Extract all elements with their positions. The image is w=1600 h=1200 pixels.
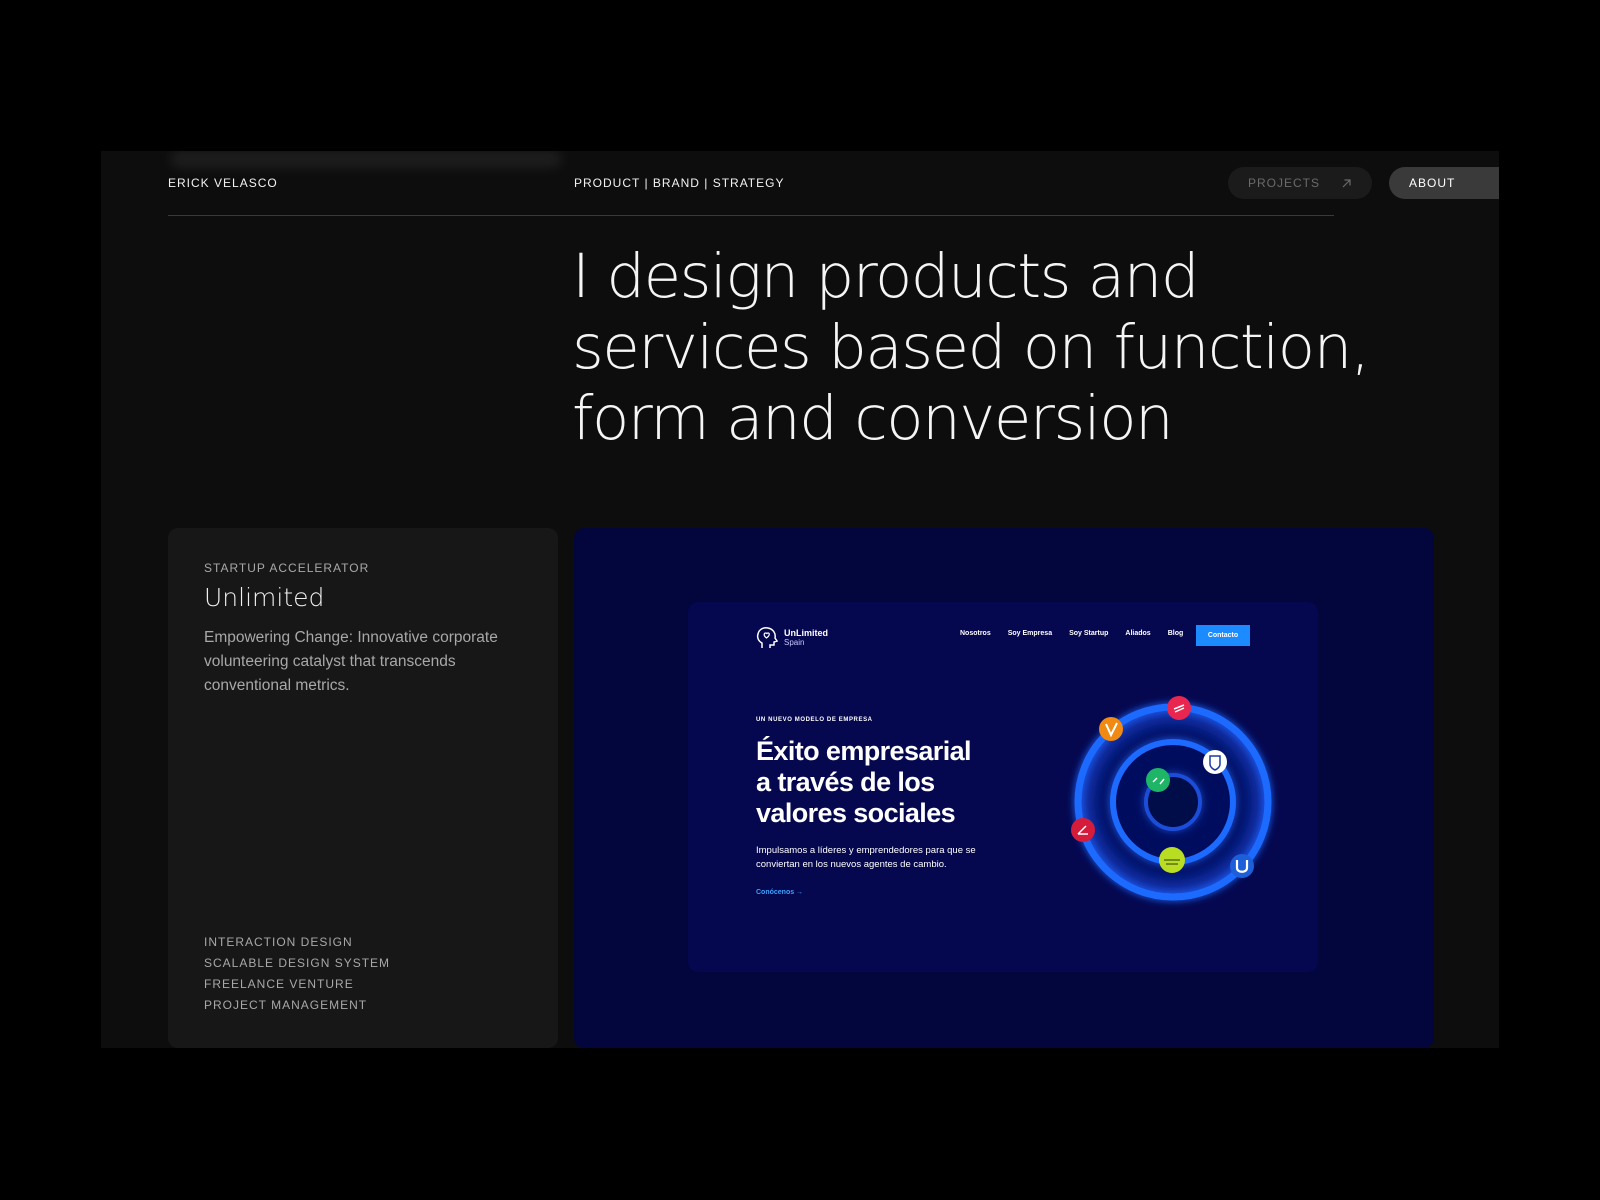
tagline: PRODUCT | BRAND | STRATEGY [574,176,785,190]
preview-link: Conócenos → [756,889,804,896]
orbit-badge-red-left [1071,818,1095,842]
orbit-badge-green [1146,768,1170,792]
preview-logo-name: UnLimited [784,628,828,638]
preview-logo-sub: Spain [784,638,805,647]
project-tag: INTERACTION DESIGN [204,935,353,949]
projects-nav-button[interactable]: PROJECTS [1228,167,1372,199]
preview-body: Impulsamos a líderes y emprendedores par… [756,845,976,870]
preview-nav: Nosotros Soy Empresa Soy Startup Aliados… [960,630,1183,637]
arrow-up-right-icon [1342,178,1351,187]
header-divider [168,215,1334,216]
preview-nav-item: Blog [1167,630,1184,637]
project-description: Empowering Change: Innovative corporate … [204,629,498,694]
orbit-badge-lime [1159,847,1185,873]
project-tag: PROJECT MANAGEMENT [204,998,368,1012]
hero-headline: I design products and services based on … [572,241,1370,454]
project-title: Unlimited [204,583,325,612]
preview-nav-item: Soy Startup [1069,630,1109,637]
project-category: STARTUP ACCELERATOR [204,561,370,575]
preview-eyebrow: UN NUEVO MODELO DE EMPRESA [756,717,873,723]
orbit-badge-blue-u [1230,854,1254,878]
about-nav-label: ABOUT [1409,176,1456,190]
preview-logo: UnLimited Spain [756,626,828,650]
website-screenshot: UnLimited Spain Nosotros Soy Empresa Soy… [688,602,1318,972]
orbit-badge-orange [1099,717,1123,741]
preview-nav-item: Aliados [1125,630,1151,637]
blurred-top-strip [171,151,561,167]
preview-contact-button: Contacto [1196,625,1250,646]
orbit-badge-white-shield [1203,750,1227,774]
about-nav-button[interactable]: ABOUT [1389,167,1499,199]
project-preview[interactable]: UnLimited Spain Nosotros Soy Empresa Soy… [574,528,1434,1048]
head-heart-logo-icon [756,627,778,648]
orbit-illustration [1071,696,1272,901]
projects-nav-label: PROJECTS [1248,176,1321,190]
brand-name[interactable]: ERICK VELASCO [168,176,278,190]
project-card[interactable]: STARTUP ACCELERATOR Unlimited Empowering… [168,528,558,1048]
preview-nav-item: Soy Empresa [1007,630,1053,637]
project-tag: FREELANCE VENTURE [204,977,354,991]
header: ERICK VELASCO PRODUCT | BRAND | STRATEGY… [168,167,1499,199]
portfolio-page: ERICK VELASCO PRODUCT | BRAND | STRATEGY… [101,151,1499,1048]
project-tags: INTERACTION DESIGN SCALABLE DESIGN SYSTE… [204,932,390,1016]
project-tag: SCALABLE DESIGN SYSTEM [204,956,391,970]
preview-headline: Éxito empresarial a través de los valore… [756,736,972,828]
preview-nav-item: Nosotros [960,630,991,637]
orbit-badge-red-top [1167,696,1191,720]
